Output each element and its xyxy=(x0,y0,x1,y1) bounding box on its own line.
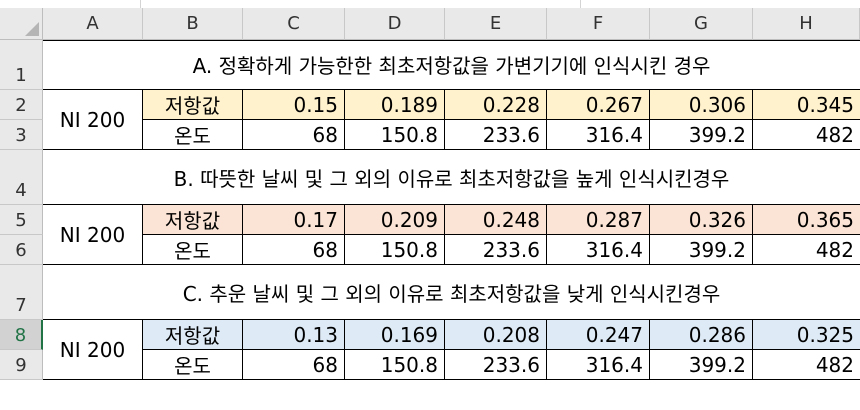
row-header-6[interactable]: 6 xyxy=(0,235,43,265)
row-header-5[interactable]: 5 xyxy=(0,205,43,235)
toolbar-segment xyxy=(140,0,581,8)
resistance-cell[interactable]: 0.13 xyxy=(243,320,345,350)
temperature-cell[interactable]: 399.2 xyxy=(650,120,753,150)
row-header-1[interactable]: 1 xyxy=(0,40,43,90)
sensor-label[interactable]: NI 200 xyxy=(43,205,143,265)
resistance-cell[interactable]: 0.208 xyxy=(445,320,547,350)
resistance-cell[interactable]: 0.169 xyxy=(345,320,445,350)
temperature-cell[interactable]: 399.2 xyxy=(650,235,753,265)
toolbar-segment xyxy=(0,0,141,8)
section-title[interactable]: B. 따뜻한 날씨 및 그 외의 이유로 최초저항값을 높게 인식시킨경우 xyxy=(43,150,860,205)
row-header-7[interactable]: 7 xyxy=(0,265,43,320)
grid-top-border xyxy=(43,40,860,41)
resistance-cell[interactable]: 0.228 xyxy=(445,90,547,120)
row-header-3[interactable]: 3 xyxy=(0,120,43,150)
temperature-cell[interactable]: 316.4 xyxy=(547,350,650,380)
column-header-a[interactable]: A xyxy=(43,8,143,40)
row-header-4[interactable]: 4 xyxy=(0,150,43,205)
temperature-cell[interactable]: 150.8 xyxy=(345,235,445,265)
row-header-2[interactable]: 2 xyxy=(0,90,43,120)
column-header-c[interactable]: C xyxy=(243,8,345,40)
resistance-cell[interactable]: 0.326 xyxy=(650,205,753,235)
column-header-e[interactable]: E xyxy=(445,8,547,40)
temperature-cell[interactable]: 68 xyxy=(243,235,345,265)
resistance-label[interactable]: 저항값 xyxy=(143,320,243,350)
resistance-cell[interactable]: 0.209 xyxy=(345,205,445,235)
resistance-cell[interactable]: 0.306 xyxy=(650,90,753,120)
temperature-cell[interactable]: 316.4 xyxy=(547,120,650,150)
temperature-cell[interactable]: 68 xyxy=(243,120,345,150)
temperature-label[interactable]: 온도 xyxy=(143,120,243,150)
temperature-label[interactable]: 온도 xyxy=(143,235,243,265)
temperature-cell[interactable]: 482 xyxy=(753,120,860,150)
temperature-cell[interactable]: 482 xyxy=(753,235,860,265)
temperature-cell[interactable]: 399.2 xyxy=(650,350,753,380)
resistance-label[interactable]: 저항값 xyxy=(143,205,243,235)
resistance-cell[interactable]: 0.247 xyxy=(547,320,650,350)
resistance-cell[interactable]: 0.286 xyxy=(650,320,753,350)
cell-grid[interactable]: A. 정확하게 가능한한 최초저항값을 가변기기에 인식시킨 경우 NI 200 저… xyxy=(43,40,860,410)
temperature-cell[interactable]: 150.8 xyxy=(345,350,445,380)
section-title[interactable]: A. 정확하게 가능한한 최초저항값을 가변기기에 인식시킨 경우 xyxy=(43,40,860,90)
temperature-cell[interactable]: 233.6 xyxy=(445,350,547,380)
column-header-d[interactable]: D xyxy=(345,8,445,40)
temperature-cell[interactable]: 316.4 xyxy=(547,235,650,265)
resistance-cell[interactable]: 0.267 xyxy=(547,90,650,120)
row-header-9[interactable]: 9 xyxy=(0,350,43,380)
section-title[interactable]: C. 추운 날씨 및 그 외의 이유로 최초저항값을 낮게 인식시킨경우 xyxy=(43,265,860,320)
resistance-cell[interactable]: 0.189 xyxy=(345,90,445,120)
resistance-cell[interactable]: 0.15 xyxy=(243,90,345,120)
select-all-button[interactable] xyxy=(0,8,43,40)
row-header-8[interactable]: 8 xyxy=(0,320,43,350)
spreadsheet: ABCDEFGH 123456789 A. 정확하게 가능한한 최초저항값을 가… xyxy=(0,0,860,410)
select-all-icon xyxy=(25,22,39,36)
temperature-cell[interactable]: 233.6 xyxy=(445,235,547,265)
column-header-g[interactable]: G xyxy=(650,8,753,40)
temperature-cell[interactable]: 233.6 xyxy=(445,120,547,150)
resistance-cell[interactable]: 0.248 xyxy=(445,205,547,235)
sensor-label[interactable]: NI 200 xyxy=(43,320,143,380)
temperature-cell[interactable]: 68 xyxy=(243,350,345,380)
temperature-cell[interactable]: 150.8 xyxy=(345,120,445,150)
column-header-h[interactable]: H xyxy=(753,8,860,40)
column-header-f[interactable]: F xyxy=(547,8,650,40)
resistance-label[interactable]: 저항값 xyxy=(143,90,243,120)
column-header-b[interactable]: B xyxy=(143,8,243,40)
temperature-cell[interactable]: 482 xyxy=(753,350,860,380)
resistance-cell[interactable]: 0.17 xyxy=(243,205,345,235)
temperature-label[interactable]: 온도 xyxy=(143,350,243,380)
resistance-cell[interactable]: 0.365 xyxy=(753,205,860,235)
resistance-cell[interactable]: 0.325 xyxy=(753,320,860,350)
sensor-label[interactable]: NI 200 xyxy=(43,90,143,150)
resistance-cell[interactable]: 0.345 xyxy=(753,90,860,120)
resistance-cell[interactable]: 0.287 xyxy=(547,205,650,235)
